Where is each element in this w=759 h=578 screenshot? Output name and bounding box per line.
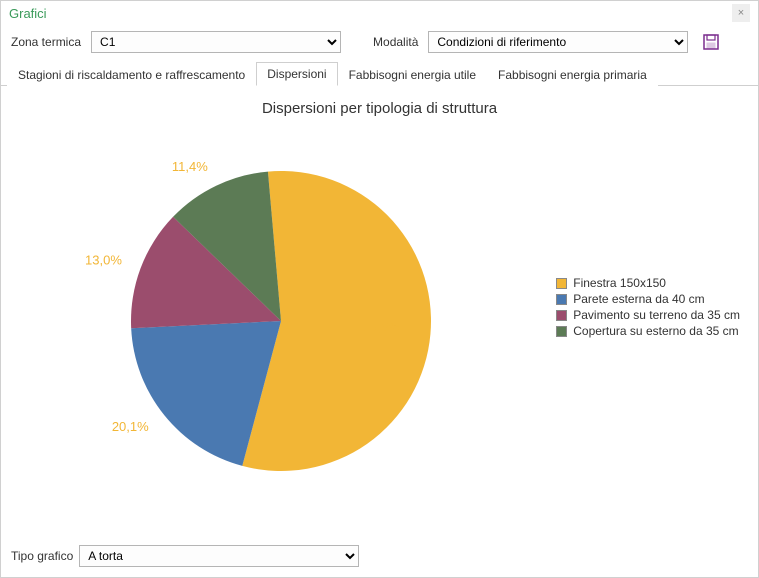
save-icon[interactable] — [702, 33, 720, 51]
zone-label: Zona termica — [11, 35, 81, 49]
square-icon — [556, 278, 567, 289]
close-icon[interactable]: × — [732, 4, 750, 22]
legend-item-pavimento: Pavimento su terreno da 35 cm — [556, 308, 740, 322]
legend-item-copertura: Copertura su esterno da 35 cm — [556, 324, 740, 338]
square-icon — [556, 310, 567, 321]
zone-select[interactable]: C1 — [91, 31, 341, 53]
legend-label: Finestra 150x150 — [573, 276, 666, 290]
pie-slice-label: 11,4% — [172, 159, 208, 174]
chart-title: Dispersioni per tipologia di struttura — [1, 86, 758, 121]
window-title: Grafici — [9, 6, 47, 21]
chart-area: 55,6% 20,1% 13,0% 11,4% Finestra 150x150 Pa… — [1, 121, 758, 539]
legend-label: Pavimento su terreno da 35 cm — [573, 308, 740, 322]
mode-label: Modalità — [373, 35, 418, 49]
pie-slice-label: 55,6% — [363, 320, 400, 335]
tab-energia-utile[interactable]: Fabbisogni energia utile — [338, 63, 487, 86]
legend-item-finestra: Finestra 150x150 — [556, 276, 740, 290]
tab-bar: Stagioni di riscaldamento e raffrescamen… — [1, 61, 758, 86]
pie-slice-label: 13,0% — [85, 253, 122, 268]
tab-energia-primaria[interactable]: Fabbisogni energia primaria — [487, 63, 658, 86]
chart-type-label: Tipo grafico — [11, 549, 73, 563]
chart-type-select[interactable]: A torta — [79, 545, 359, 567]
legend-label: Copertura su esterno da 35 cm — [573, 324, 738, 338]
tab-dispersioni[interactable]: Dispersioni — [256, 62, 337, 86]
legend-item-parete: Parete esterna da 40 cm — [556, 292, 740, 306]
legend-label: Parete esterna da 40 cm — [573, 292, 704, 306]
top-controls: Zona termica C1 Modalità Condizioni di r… — [1, 25, 758, 59]
square-icon — [556, 294, 567, 305]
bottom-controls: Tipo grafico A torta — [1, 539, 758, 577]
square-icon — [556, 326, 567, 337]
tab-heating-cooling[interactable]: Stagioni di riscaldamento e raffrescamen… — [7, 63, 256, 86]
legend: Finestra 150x150 Parete esterna da 40 cm… — [556, 276, 740, 340]
title-bar: Grafici × — [1, 1, 758, 25]
pie-slice-label: 20,1% — [112, 419, 149, 434]
mode-select[interactable]: Condizioni di riferimento — [428, 31, 688, 53]
